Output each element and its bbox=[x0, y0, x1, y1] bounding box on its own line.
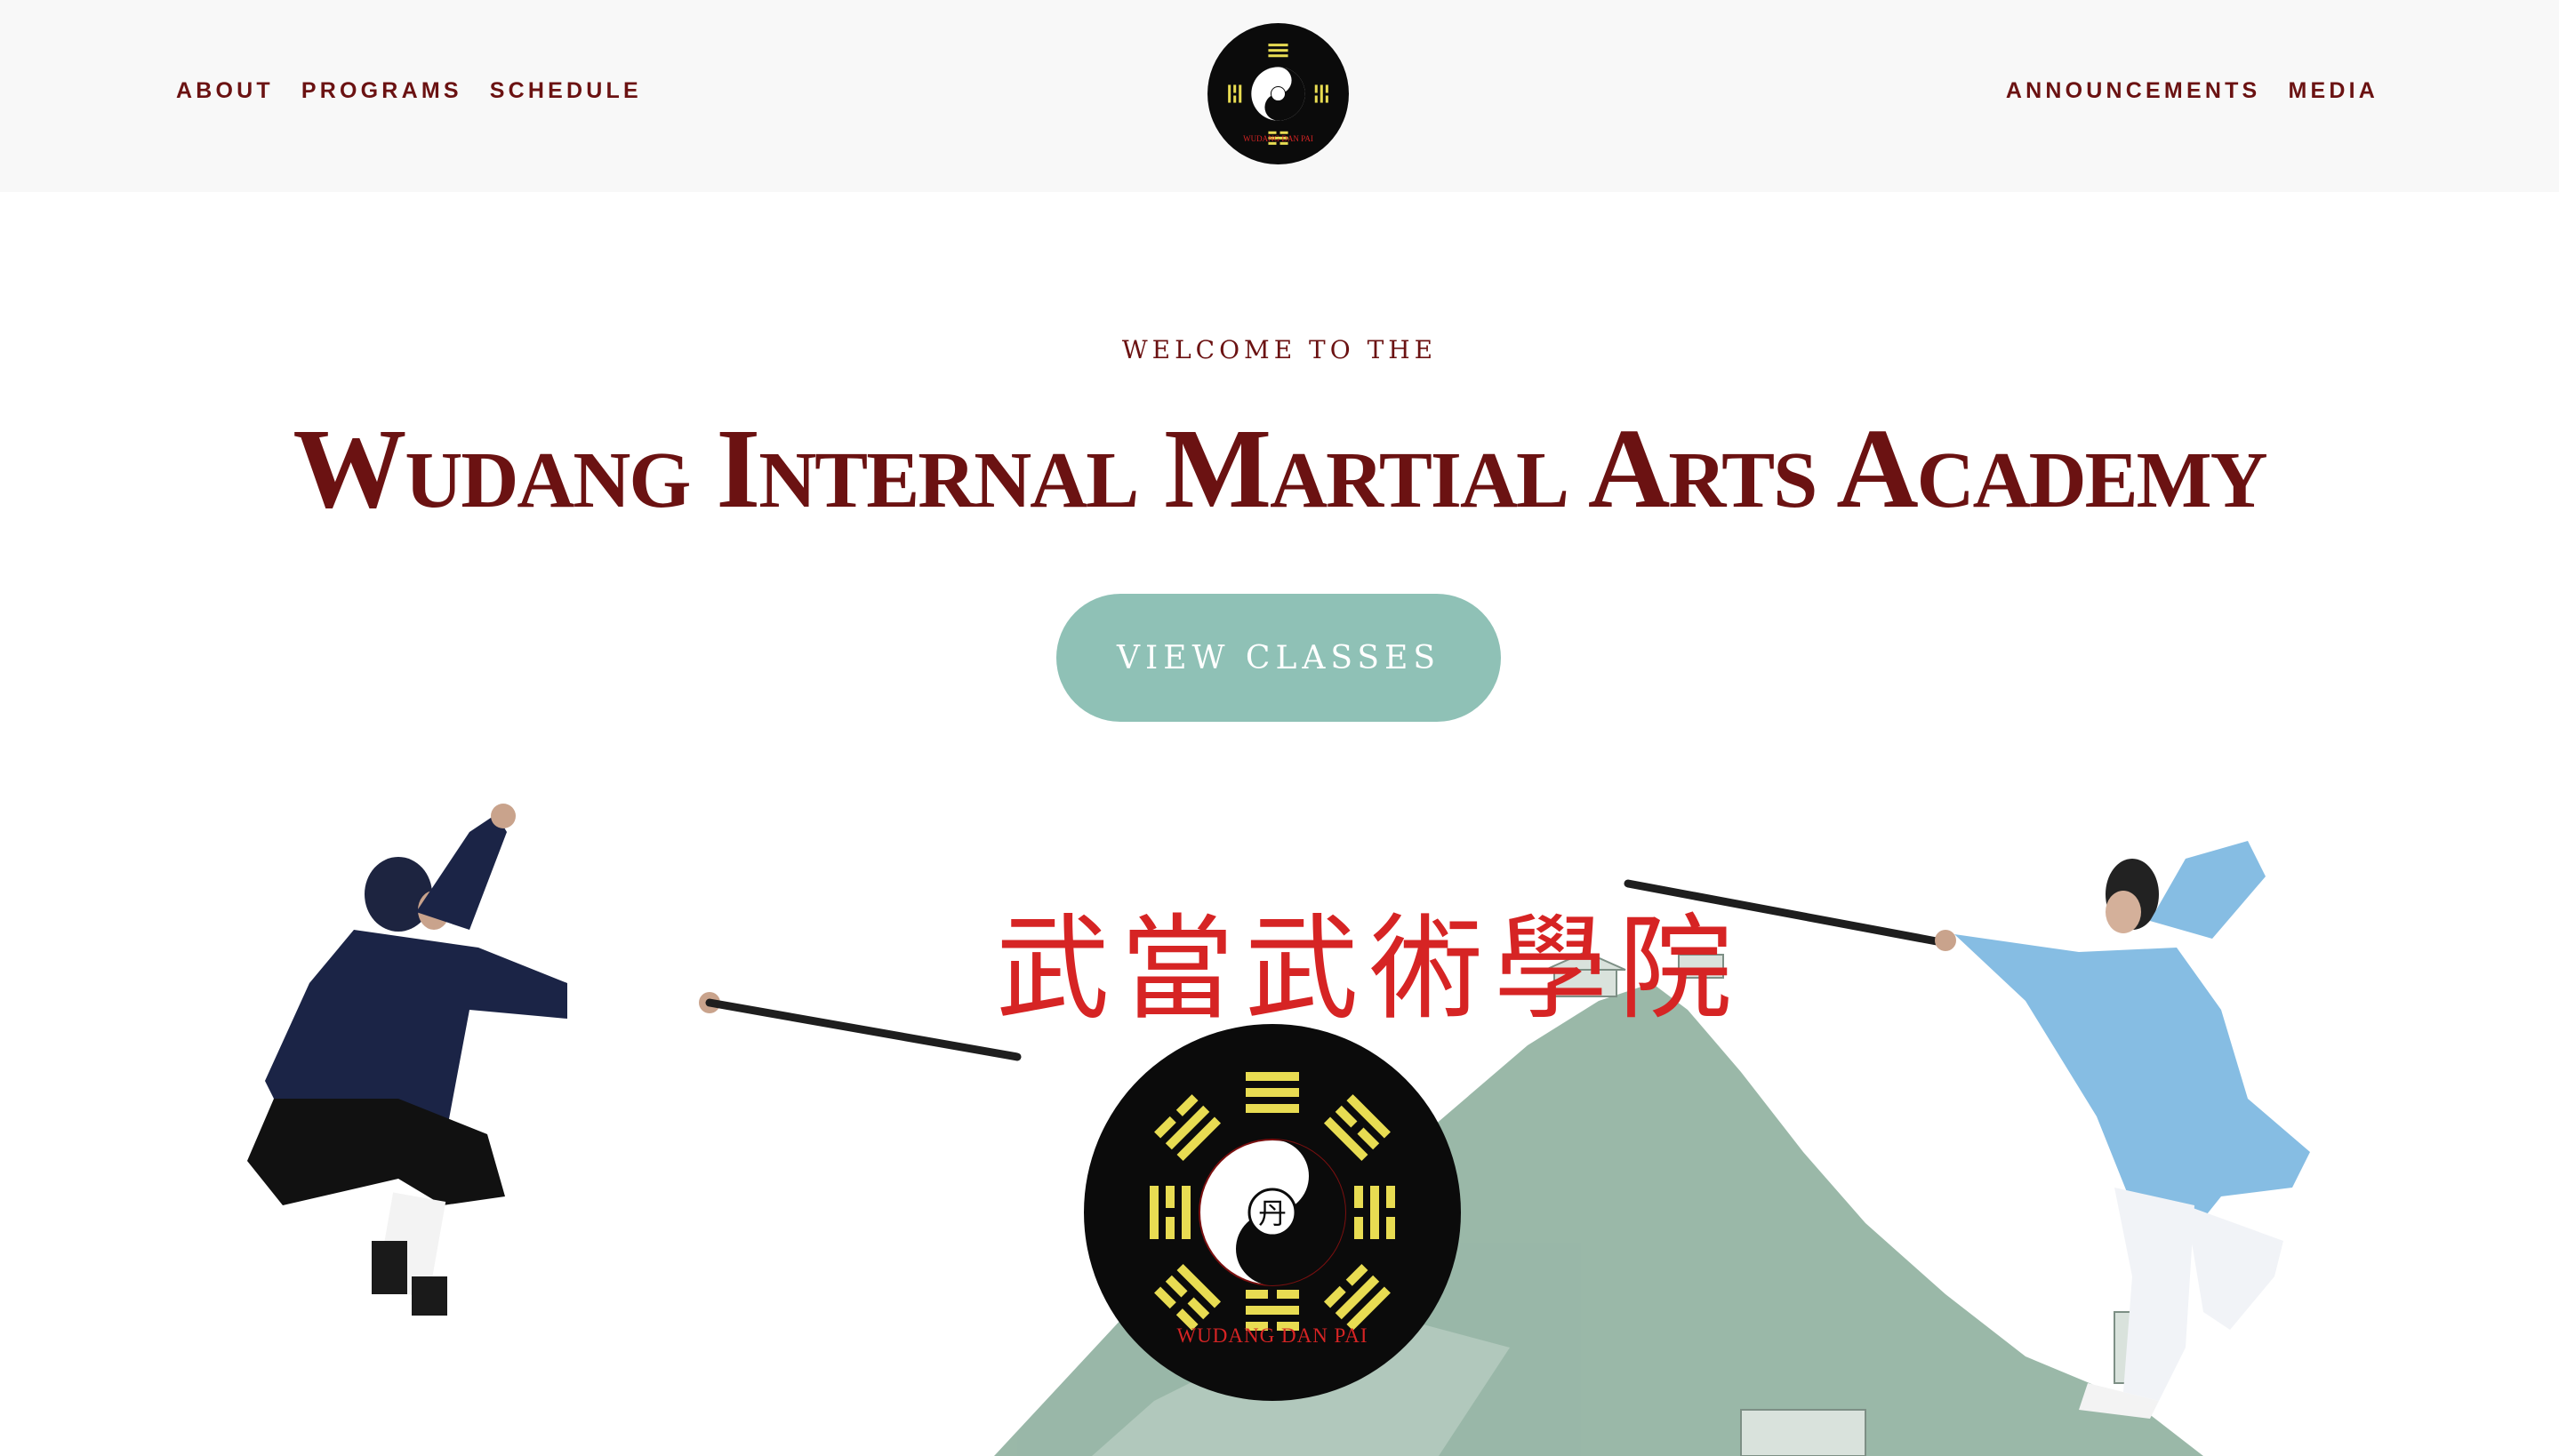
nav-announcements[interactable]: ANNOUNCEMENTS bbox=[2006, 78, 2261, 104]
nav-about[interactable]: ABOUT bbox=[176, 78, 274, 104]
emblem-center-glyph: 丹 bbox=[1258, 1196, 1287, 1230]
nav-right: ANNOUNCEMENTS MEDIA bbox=[2006, 78, 2379, 104]
nav-left: ABOUT PROGRAMS SCHEDULE bbox=[176, 78, 642, 104]
view-classes-button[interactable]: VIEW CLASSES bbox=[1056, 594, 1501, 722]
hero-banner: 武當武術學院 丹 WUDANG DAN PAI bbox=[176, 779, 2381, 1456]
site-header: ABOUT PROGRAMS SCHEDULE WUDANG DAN PAI A… bbox=[0, 0, 2559, 192]
welcome-eyebrow: WELCOME TO THE bbox=[1121, 335, 1438, 364]
nav-schedule[interactable]: SCHEDULE bbox=[490, 78, 642, 104]
site-logo[interactable] bbox=[1207, 22, 1350, 165]
nav-programs[interactable]: PROGRAMS bbox=[301, 78, 462, 104]
page-title: Wudang Internal Martial Arts Academy bbox=[293, 405, 2267, 532]
nav-media[interactable]: MEDIA bbox=[2288, 78, 2379, 104]
calligraphy-title: 武當武術學院 bbox=[995, 903, 1743, 1036]
logo-caption: WUDANG DAN PAI bbox=[1243, 134, 1313, 143]
emblem-caption: WUDANG DAN PAI bbox=[1176, 1324, 1368, 1347]
